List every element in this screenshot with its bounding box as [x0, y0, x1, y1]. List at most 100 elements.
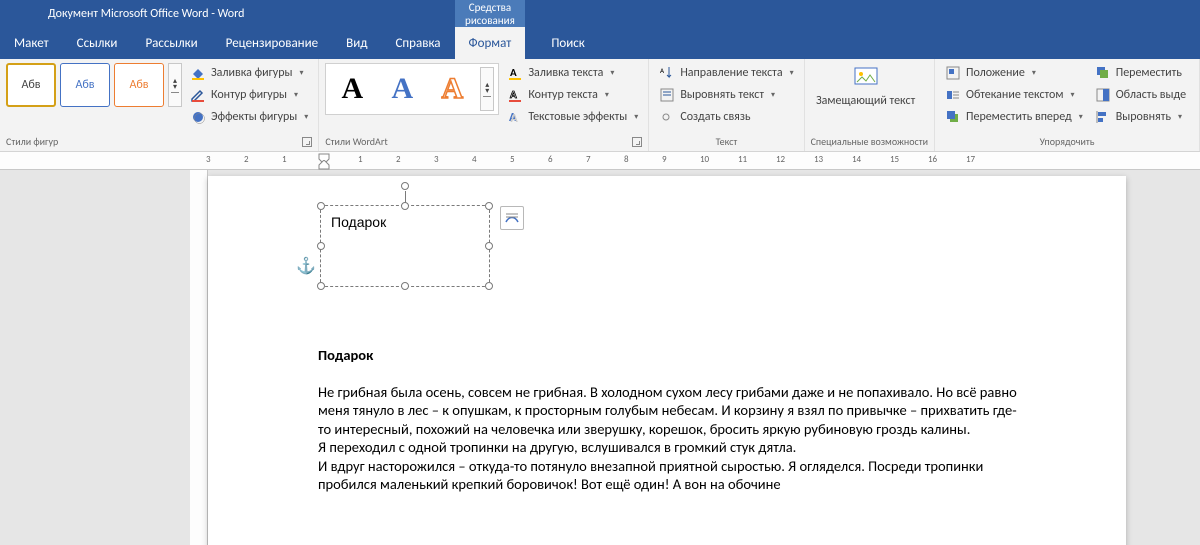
bring-forward-button[interactable]: Переместить вперед▾ — [941, 107, 1087, 127]
wrap-text-icon — [945, 87, 961, 103]
wrap-text-button[interactable]: Обтекание текстом▾ — [941, 85, 1087, 105]
shape-fill-button[interactable]: Заливка фигуры▾ — [186, 63, 312, 83]
tab-layout[interactable]: Макет — [0, 27, 63, 59]
svg-text:A: A — [660, 66, 665, 75]
hanging-indent-marker[interactable] — [318, 160, 330, 170]
tab-mailings[interactable]: Рассылки — [131, 27, 211, 59]
resize-handle-ne[interactable] — [485, 202, 493, 210]
selection-pane-button[interactable]: Область выде — [1091, 85, 1190, 105]
tab-references[interactable]: Ссылки — [63, 27, 132, 59]
contextual-tab-label: Средства рисования — [455, 0, 526, 27]
text-fill-button[interactable]: A Заливка текста▾ — [503, 63, 642, 83]
svg-text:A: A — [510, 66, 517, 79]
text-direction-button[interactable]: A Направление текста▾ — [655, 63, 797, 83]
dialog-launcher-shape-styles[interactable] — [302, 137, 312, 147]
ribbon: Абв Абв Абв ▴▾ Заливка фигуры▾ Контур фи… — [0, 59, 1200, 152]
chevron-down-icon: ▾ — [304, 112, 308, 122]
ribbon-tabs: Макет Ссылки Рассылки Рецензирование Вид… — [0, 27, 1200, 59]
chevron-down-icon: ▾ — [771, 90, 775, 100]
pen-outline-icon — [190, 87, 206, 103]
text-effects-button[interactable]: AA Текстовые эффекты▾ — [503, 107, 642, 127]
resize-handle-n[interactable] — [401, 202, 409, 210]
window-title: Документ Microsoft Office Word - Word — [48, 7, 244, 21]
text-effects-icon: AA — [507, 109, 523, 125]
selection-pane-icon — [1095, 87, 1111, 103]
chevron-down-icon: ▾ — [294, 90, 298, 100]
group-shape-styles: Абв Абв Абв ▴▾ Заливка фигуры▾ Контур фи… — [0, 59, 319, 151]
shape-effects-button[interactable]: Эффекты фигуры▾ — [186, 107, 312, 127]
anchor-icon[interactable]: ⚓ — [296, 256, 316, 276]
chevron-down-icon: ▾ — [300, 68, 304, 78]
alt-text-icon — [852, 63, 880, 91]
group-text: A Направление текста▾ Выровнять текст▾ С… — [649, 59, 804, 151]
chevron-down-icon: ▾ — [605, 90, 609, 100]
tab-view[interactable]: Вид — [332, 27, 381, 59]
doc-paragraph-2[interactable]: Я переходил с одной тропинки на другую, … — [318, 438, 1018, 457]
create-link-button[interactable]: Создать связь — [655, 107, 797, 127]
shape-style-3[interactable]: Абв — [114, 63, 164, 107]
group-accessibility: Замещающий текст Специальные возможности — [805, 59, 935, 151]
group-arrange: Положение▾ Обтекание текстом▾ Переместит… — [935, 59, 1200, 151]
tab-help[interactable]: Справка — [381, 27, 454, 59]
layout-options-icon — [504, 210, 520, 226]
text-box[interactable]: Подарок — [320, 205, 490, 287]
shape-outline-button[interactable]: Контур фигуры▾ — [186, 85, 312, 105]
wordart-gallery[interactable]: A A A ▴▾ — [325, 63, 499, 115]
tab-format[interactable]: Средства рисования Формат — [455, 27, 526, 59]
group-label-text: Текст — [655, 133, 797, 151]
svg-text:A: A — [510, 88, 517, 101]
svg-text:A: A — [511, 112, 519, 125]
resize-handle-se[interactable] — [485, 282, 493, 290]
text-direction-icon: A — [659, 65, 675, 81]
doc-heading[interactable]: Подарок — [318, 346, 1018, 365]
chevron-down-icon: ▾ — [634, 112, 638, 122]
chevron-down-icon: ▾ — [1079, 112, 1083, 122]
group-wordart-styles: A A A ▴▾ A Заливка текста▾ A Контур текс… — [319, 59, 649, 151]
layout-options-button[interactable] — [500, 206, 524, 230]
text-fill-icon: A — [507, 65, 523, 81]
tab-review[interactable]: Рецензирование — [212, 27, 332, 59]
horizontal-ruler[interactable] — [0, 152, 1200, 170]
chevron-down-icon: ▾ — [790, 68, 794, 78]
resize-handle-w[interactable] — [317, 242, 325, 250]
document-page[interactable]: ⚓ Подарок Подарок Не грибная была осень,… — [208, 176, 1126, 545]
document-body[interactable]: Подарок Не грибная была осень, совсем не… — [318, 346, 1018, 494]
group-label-wordart: Стили WordArt — [325, 135, 387, 148]
group-label-arrange: Упорядочить — [941, 133, 1193, 151]
shape-styles-more[interactable]: ▴▾ — [168, 63, 182, 107]
resize-handle-s[interactable] — [401, 282, 409, 290]
position-icon — [945, 65, 961, 81]
effects-icon — [190, 109, 206, 125]
shape-style-1[interactable]: Абв — [6, 63, 56, 107]
align-text-button[interactable]: Выровнять текст▾ — [655, 85, 797, 105]
document-canvas[interactable]: ⚓ Подарок Подарок Не грибная была осень,… — [0, 152, 1200, 545]
text-box-content[interactable]: Подарок — [321, 206, 489, 238]
rotate-handle[interactable] — [401, 182, 409, 190]
vertical-ruler[interactable] — [190, 170, 208, 545]
text-outline-icon: A — [507, 87, 523, 103]
chevron-down-icon: ▾ — [1032, 68, 1036, 78]
position-button[interactable]: Положение▾ — [941, 63, 1087, 83]
wordart-more[interactable]: ▴▾ — [480, 67, 494, 111]
tell-me-search[interactable]: Поиск — [531, 27, 599, 59]
doc-paragraph-3[interactable]: И вдруг насторожился – откуда-то потянул… — [318, 457, 1018, 494]
group-label-accessibility: Специальные возможности — [811, 133, 928, 151]
dialog-launcher-wordart[interactable] — [632, 137, 642, 147]
title-bar: Документ Microsoft Office Word - Word — [0, 0, 1200, 27]
align-objects-button[interactable]: Выровнять▾ — [1091, 107, 1190, 127]
paint-bucket-icon — [190, 65, 206, 81]
alt-text-button[interactable]: Замещающий текст — [811, 63, 921, 108]
link-icon — [659, 109, 675, 125]
resize-handle-nw[interactable] — [317, 202, 325, 210]
doc-paragraph-1[interactable]: Не грибная была осень, совсем не грибная… — [318, 383, 1018, 439]
bring-forward-icon — [945, 109, 961, 125]
resize-handle-e[interactable] — [485, 242, 493, 250]
shape-style-2[interactable]: Абв — [60, 63, 110, 107]
chevron-down-icon: ▾ — [610, 68, 614, 78]
send-backward-button[interactable]: Переместить — [1091, 63, 1190, 83]
group-label-shape-styles: Стили фигур — [6, 135, 58, 148]
send-backward-icon — [1095, 65, 1111, 81]
text-outline-button[interactable]: A Контур текста▾ — [503, 85, 642, 105]
chevron-down-icon: ▾ — [1178, 112, 1182, 122]
resize-handle-sw[interactable] — [317, 282, 325, 290]
